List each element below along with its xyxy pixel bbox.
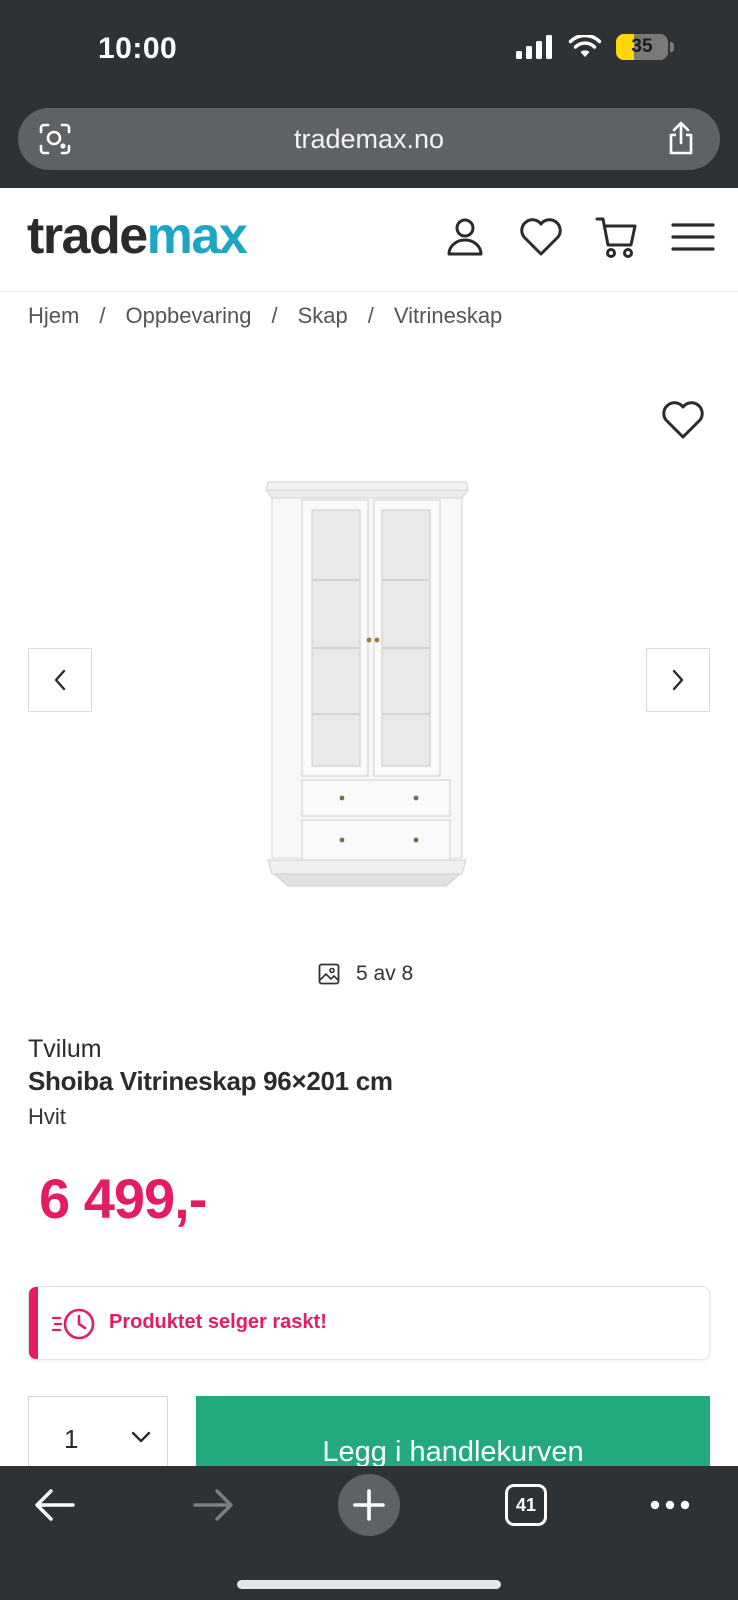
logo-part-trade: trade [27, 207, 148, 265]
chevron-left-icon [54, 669, 66, 691]
share-icon[interactable] [666, 120, 696, 156]
breadcrumb-separator: / [99, 303, 106, 328]
status-icons: 35 [516, 34, 674, 60]
cart-icon[interactable] [594, 214, 640, 260]
image-icon [318, 963, 340, 985]
battery-indicator: 35 [616, 34, 668, 60]
plus-icon [353, 1489, 385, 1521]
status-time: 10:00 [98, 32, 178, 65]
gallery-next-button[interactable] [646, 648, 710, 712]
product-wishlist-icon[interactable] [660, 398, 706, 442]
alert-text: Produktet selger raskt! [109, 1311, 327, 1333]
product-brand[interactable]: Tvilum [28, 1035, 102, 1064]
header-icons [442, 214, 716, 260]
logo-part-max: max [146, 207, 248, 265]
browser-forward-button[interactable] [188, 1474, 238, 1536]
arrow-right-icon [193, 1489, 233, 1521]
chevron-right-icon [672, 669, 684, 691]
account-icon[interactable] [442, 214, 488, 260]
product-variant: Hvit [28, 1104, 66, 1129]
more-options-button[interactable] [648, 1474, 692, 1536]
tabs-button[interactable]: 41 [505, 1484, 547, 1526]
trademax-logo[interactable]: trademax [27, 207, 248, 265]
wishlist-icon[interactable] [518, 214, 564, 260]
breadcrumb-item-oppbevaring[interactable]: Oppbevaring [125, 303, 251, 329]
breadcrumb-separator: / [271, 303, 278, 328]
fast-clock-icon [51, 1308, 95, 1340]
home-indicator [237, 1580, 501, 1589]
gallery-prev-button[interactable] [28, 648, 92, 712]
address-bar[interactable]: trademax.no [18, 108, 720, 170]
more-dots-icon [650, 1500, 690, 1510]
url-text: trademax.no [293, 123, 445, 154]
chevron-down-icon [131, 1431, 151, 1443]
battery-nub [670, 42, 674, 52]
arrow-left-icon [35, 1489, 75, 1521]
selling-fast-alert: Produktet selger raskt! [28, 1286, 710, 1360]
breadcrumb-item-skap[interactable]: Skap [298, 303, 348, 329]
breadcrumb-separator: / [367, 303, 374, 328]
product-title: Shoiba Vitrineskap 96×201 cm [28, 1066, 393, 1096]
wifi-icon [568, 35, 602, 57]
gallery-counter-text: 5 av 8 [356, 962, 414, 985]
lens-search-icon[interactable] [38, 122, 72, 156]
site-header: trademax [0, 188, 738, 292]
battery-percent: 35 [631, 36, 653, 57]
breadcrumb: Hjem / Oppbevaring / Skap / Vitrineskap [28, 303, 502, 329]
quantity-value: 1 [64, 1424, 79, 1454]
browser-bottom-toolbar: 41 [0, 1466, 738, 1600]
breadcrumb-item-hjem[interactable]: Hjem [28, 303, 79, 329]
product-price: 6 499,- [39, 1167, 207, 1230]
signal-icon [516, 35, 552, 59]
browser-back-button[interactable] [30, 1474, 80, 1536]
product-image[interactable] [256, 476, 482, 890]
alert-accent-bar [29, 1287, 38, 1359]
menu-icon[interactable] [670, 214, 716, 260]
gallery-counter: 5 av 8 [318, 962, 413, 986]
browser-top-bar: 10:00 35 trademax.no [0, 0, 738, 188]
breadcrumb-item-vitrineskap[interactable]: Vitrineskap [394, 303, 502, 329]
new-tab-button[interactable] [338, 1474, 400, 1536]
